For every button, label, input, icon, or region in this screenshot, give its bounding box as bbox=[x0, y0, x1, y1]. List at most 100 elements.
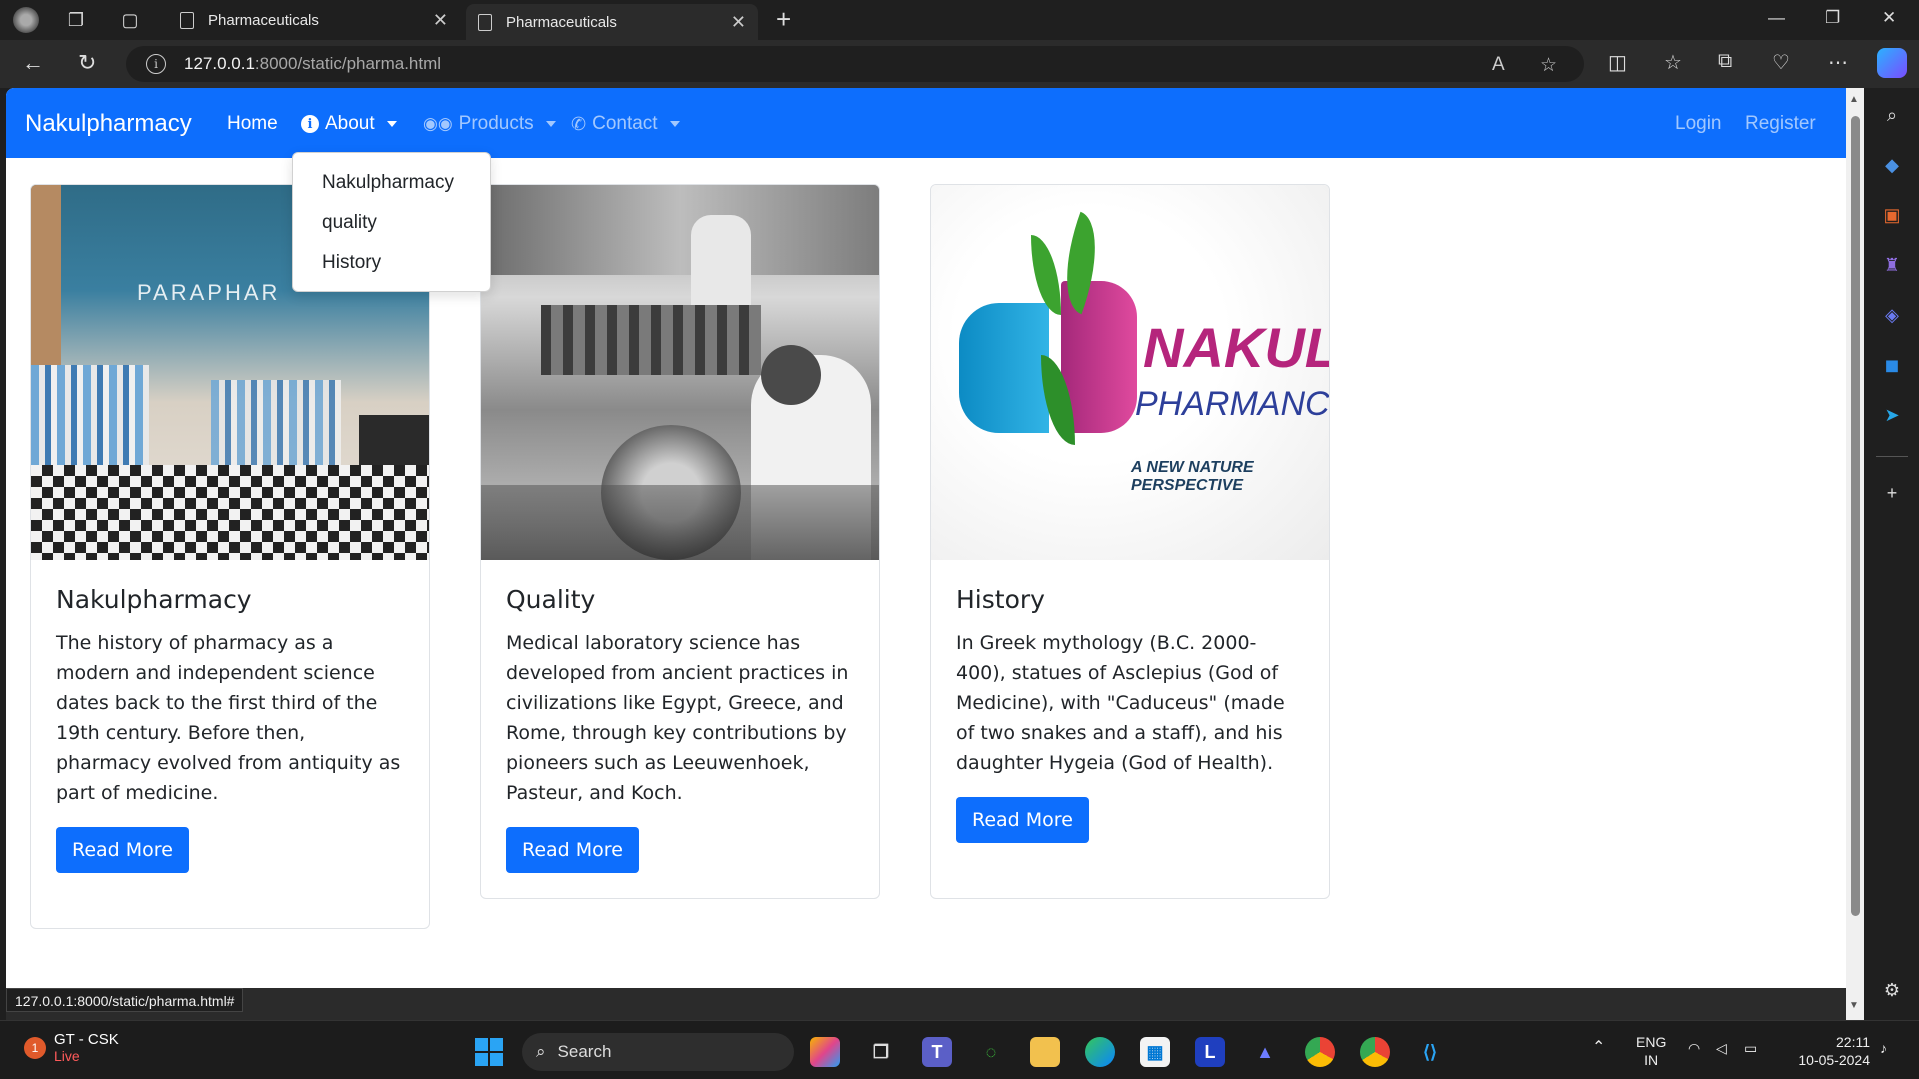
task-view-icon[interactable]: ❐ bbox=[866, 1037, 896, 1067]
widget-subtitle: Live bbox=[54, 1048, 80, 1064]
page-scrollbar[interactable]: ▲ ▼ bbox=[1846, 88, 1864, 1020]
games-icon[interactable]: ♜ bbox=[1880, 253, 1904, 277]
shopping-tag-icon[interactable]: ◆ bbox=[1880, 153, 1904, 177]
search-icon: ⌕ bbox=[536, 1042, 546, 1061]
card-quality: Quality Medical laboratory science has d… bbox=[480, 184, 880, 899]
send-icon[interactable]: ➤ bbox=[1880, 403, 1904, 427]
site-info-icon[interactable]: i bbox=[146, 54, 166, 74]
volume-icon[interactable]: ◁ bbox=[1716, 1039, 1727, 1057]
read-aloud-icon[interactable]: A bbox=[1492, 54, 1505, 76]
chrome-profile-icon[interactable] bbox=[1360, 1037, 1390, 1067]
close-window-icon[interactable]: ✕ bbox=[1882, 8, 1896, 28]
navbar-brand[interactable]: Nakulpharmacy bbox=[25, 110, 192, 138]
more-menu-icon[interactable]: ⋯ bbox=[1828, 50, 1848, 75]
language-indicator[interactable]: ENG IN bbox=[1636, 1033, 1666, 1069]
collections-icon[interactable]: ⧉ bbox=[1718, 50, 1732, 73]
restore-icon[interactable]: ❐ bbox=[1825, 8, 1840, 28]
nav-about-label: About bbox=[325, 113, 375, 134]
teams-icon[interactable]: T bbox=[922, 1037, 952, 1067]
chrome-icon[interactable] bbox=[1305, 1037, 1335, 1067]
document-icon bbox=[180, 11, 194, 29]
split-screen-icon[interactable]: ◫ bbox=[1608, 50, 1627, 75]
copilot-app-icon[interactable] bbox=[810, 1037, 840, 1067]
chevron-down-icon bbox=[669, 121, 680, 127]
card-nakulpharmacy: PARAPHAR Nakulpharmacy The history of ph… bbox=[30, 184, 430, 929]
new-tab-icon[interactable]: + bbox=[776, 4, 791, 35]
widget-title: GT - CSK bbox=[54, 1031, 119, 1048]
clock-date: 10-05-2024 bbox=[1798, 1052, 1870, 1068]
wifi-icon[interactable]: ◠ bbox=[1688, 1039, 1700, 1057]
card-text: The history of pharmacy as a modern and … bbox=[56, 632, 401, 804]
tab-inactive[interactable]: Pharmaceuticals ✕ bbox=[168, 0, 460, 40]
copilot-sidebar-icon[interactable]: ◈ bbox=[1880, 303, 1904, 327]
nav-home[interactable]: Home bbox=[227, 113, 278, 135]
edge-browser-icon[interactable] bbox=[1085, 1037, 1115, 1067]
tab-active[interactable]: Pharmaceuticals ✕ bbox=[466, 4, 758, 40]
browser-tab-strip: ❐ ▢ Pharmaceuticals ✕ Pharmaceuticals ✕ … bbox=[0, 0, 1919, 40]
l-app-icon[interactable]: L bbox=[1195, 1037, 1225, 1067]
logo-tagline: A NEW NATURE PERSPECTIVE bbox=[1131, 459, 1254, 494]
tab-title: Pharmaceuticals bbox=[506, 13, 617, 31]
file-explorer-icon[interactable] bbox=[1030, 1037, 1060, 1067]
address-bar[interactable]: i 127.0.0.1:8000/static/pharma.html A ☆ bbox=[126, 46, 1584, 82]
nav-products[interactable]: ◉◉ Products bbox=[423, 113, 556, 135]
favorite-star-icon[interactable]: ☆ bbox=[1540, 54, 1557, 77]
vscode-icon[interactable]: ⟨⟩ bbox=[1415, 1037, 1445, 1067]
binoculars-icon: ◉◉ bbox=[423, 114, 453, 133]
chevron-down-icon bbox=[386, 121, 397, 127]
read-more-button[interactable]: Read More bbox=[956, 797, 1089, 843]
scroll-up-icon[interactable]: ▲ bbox=[1849, 94, 1859, 105]
laboratory-image bbox=[481, 185, 879, 560]
workspaces-icon[interactable]: ❐ bbox=[62, 6, 90, 34]
dropdown-item-nakulpharmacy[interactable]: Nakulpharmacy bbox=[293, 166, 490, 206]
profile-avatar-icon[interactable] bbox=[12, 6, 40, 34]
close-tab-icon[interactable]: ✕ bbox=[731, 12, 746, 33]
scroll-thumb[interactable] bbox=[1851, 116, 1860, 916]
close-tab-icon[interactable]: ✕ bbox=[433, 10, 448, 31]
start-windows-icon[interactable] bbox=[474, 1037, 504, 1067]
search-icon[interactable]: ⌕ bbox=[1880, 103, 1904, 127]
tab-actions-icon[interactable]: ▢ bbox=[116, 6, 144, 34]
nav-about[interactable]: i About bbox=[301, 113, 397, 135]
settings-gear-icon[interactable]: ⚙ bbox=[1880, 978, 1904, 1002]
about-dropdown-menu: Nakulpharmacy quality History bbox=[292, 152, 491, 292]
nav-login[interactable]: Login bbox=[1675, 113, 1722, 135]
add-icon[interactable]: + bbox=[1880, 481, 1904, 505]
dropdown-item-history[interactable]: History bbox=[293, 246, 490, 286]
language-top: ENG bbox=[1636, 1034, 1667, 1050]
card-title: Quality bbox=[506, 585, 596, 614]
tab-title: Pharmaceuticals bbox=[208, 11, 319, 29]
back-icon[interactable]: ← bbox=[22, 50, 44, 76]
card-title: History bbox=[956, 585, 1045, 614]
minimize-icon[interactable]: — bbox=[1768, 8, 1785, 28]
copilot-icon[interactable] bbox=[1877, 48, 1907, 78]
taskbar-search[interactable]: ⌕ Search bbox=[522, 1033, 794, 1071]
arc-app-icon[interactable]: ▲ bbox=[1250, 1037, 1280, 1067]
tools-icon[interactable]: ▣ bbox=[1880, 203, 1904, 227]
logo-sub-text: PHARMANCY bbox=[1135, 385, 1329, 423]
outlook-icon[interactable]: ◼ bbox=[1880, 353, 1904, 377]
refresh-icon[interactable]: ↻ bbox=[78, 50, 96, 76]
show-hidden-icons[interactable]: ⌃ bbox=[1592, 1039, 1605, 1057]
browser-essentials-icon[interactable]: ♡ bbox=[1772, 50, 1790, 75]
url-path: :8000/static/pharma.html bbox=[254, 54, 442, 73]
clock[interactable]: 22:11 10-05-2024 bbox=[1786, 1033, 1870, 1069]
dropdown-item-quality[interactable]: quality bbox=[293, 206, 490, 246]
read-more-button[interactable]: Read More bbox=[56, 827, 189, 873]
nav-register[interactable]: Register bbox=[1745, 113, 1816, 135]
card-text: Medical laboratory science has developed… bbox=[506, 632, 849, 804]
circle-app-icon[interactable]: ◌ bbox=[976, 1037, 1006, 1067]
scroll-down-icon[interactable]: ▼ bbox=[1849, 1000, 1859, 1011]
nav-home-label: Home bbox=[227, 113, 278, 134]
logo-main-text: NAKUL bbox=[1143, 316, 1329, 379]
microsoft-store-icon[interactable]: ▦ bbox=[1140, 1037, 1170, 1067]
battery-icon[interactable]: ▭ bbox=[1744, 1039, 1757, 1057]
read-more-button[interactable]: Read More bbox=[506, 827, 639, 873]
url-host: 127.0.0.1 bbox=[184, 54, 255, 73]
nav-contact[interactable]: ✆ Contact bbox=[571, 113, 680, 135]
favorites-icon[interactable]: ☆ bbox=[1664, 50, 1682, 75]
card-text: In Greek mythology (B.C. 2000-400), stat… bbox=[956, 632, 1285, 774]
notification-bell-icon[interactable]: ♪ bbox=[1880, 1039, 1887, 1057]
notification-badge: 1 bbox=[24, 1036, 46, 1059]
widgets-button[interactable]: 1 GT - CSK Live bbox=[24, 1031, 119, 1064]
